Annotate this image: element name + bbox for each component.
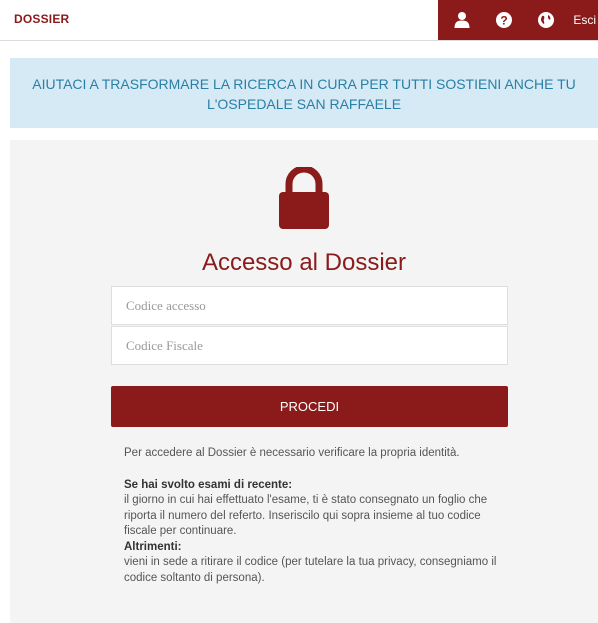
- page-title: Accesso al Dossier: [201, 249, 407, 276]
- svg-text:?: ?: [500, 14, 507, 28]
- otherwise-heading: Altrimenti:: [124, 540, 182, 553]
- question-circle-icon[interactable]: ?: [495, 11, 513, 29]
- user-icon[interactable]: [453, 11, 471, 29]
- padlock-icon: [279, 167, 329, 229]
- otherwise-text: vieni in sede a ritirare il codice (per …: [124, 556, 497, 584]
- info-intro: Per accedere al Dossier è necessario ver…: [124, 447, 460, 459]
- globe-icon[interactable]: [537, 11, 555, 29]
- top-header: DOSSIER ? Esci: [0, 0, 598, 41]
- donation-banner[interactable]: AIUTACI A TRASFORMARE LA RICERCA IN CURA…: [10, 58, 598, 128]
- recent-exams-heading: Se hai svolto esami di recente:: [124, 478, 293, 491]
- top-nav: ? Esci: [438, 0, 598, 40]
- info-text: Per accedere al Dossier è necessario ver…: [124, 446, 504, 586]
- exit-link[interactable]: Esci: [573, 13, 596, 27]
- recent-exams-text: il giorno in cui hai effettuato l'esame,…: [124, 494, 488, 537]
- proceed-button[interactable]: PROCEDI: [111, 386, 508, 427]
- fiscal-code-input[interactable]: [111, 326, 508, 365]
- access-code-input[interactable]: [111, 286, 508, 325]
- brand-logo-text[interactable]: DOSSIER: [14, 12, 69, 26]
